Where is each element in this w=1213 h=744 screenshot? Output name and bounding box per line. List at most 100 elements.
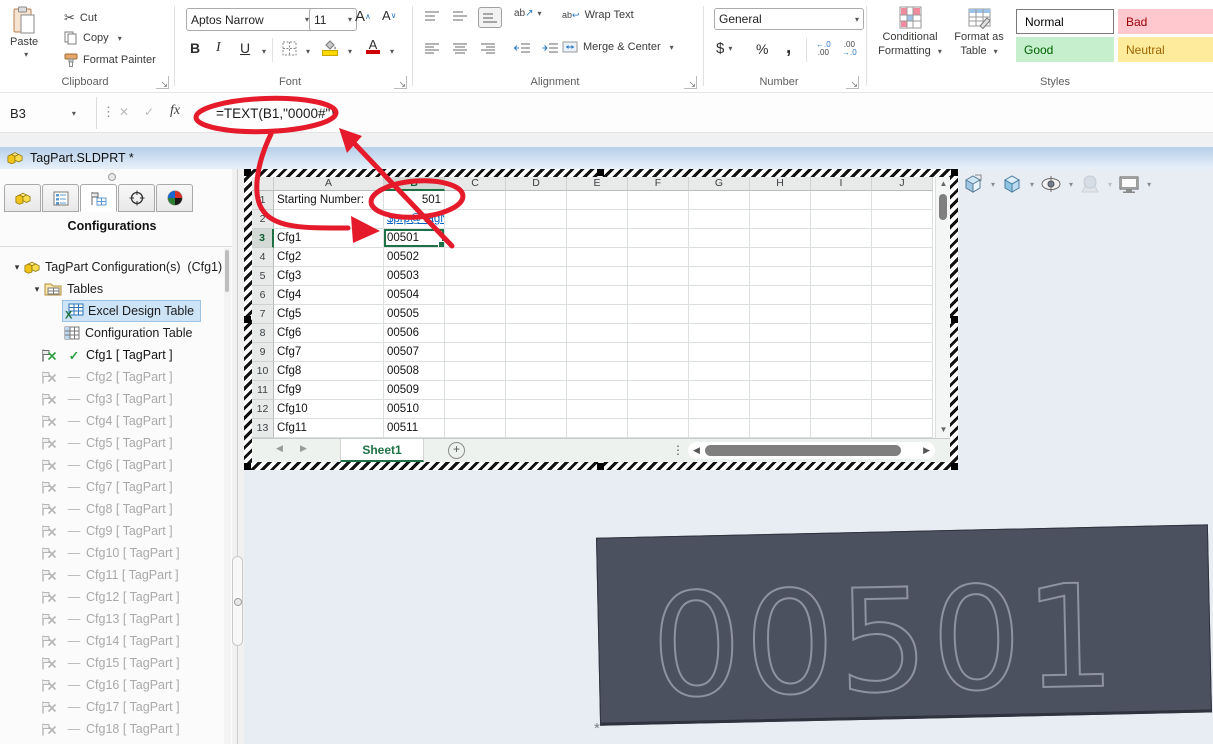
name-box[interactable]: B3▾ [0, 97, 96, 129]
expander-icon[interactable]: ▾ [10, 262, 24, 273]
cell-style-neutral[interactable]: Neutral [1118, 37, 1213, 62]
display-style-button[interactable]: ▾ [962, 173, 995, 195]
cell-J3[interactable] [872, 229, 933, 248]
cell-J7[interactable] [872, 305, 933, 324]
cell-A10[interactable]: Cfg8 [274, 362, 384, 381]
cell-D13[interactable] [506, 419, 567, 438]
cell-G8[interactable] [689, 324, 750, 343]
cell-F13[interactable] [628, 419, 689, 438]
cell-J12[interactable] [872, 400, 933, 419]
tag-plate-face[interactable]: 00501 [596, 524, 1212, 725]
cancel-formula-icon[interactable]: ✕ [119, 105, 129, 119]
column-header-H[interactable]: H [750, 177, 811, 191]
cell-C5[interactable] [445, 267, 506, 286]
cell-E1[interactable] [567, 191, 628, 210]
sheet-nav-right-icon[interactable]: ▶ [300, 443, 307, 454]
orientation-button[interactable]: ab↗▾ [514, 8, 542, 19]
cell-G5[interactable] [689, 267, 750, 286]
cell-H8[interactable] [750, 324, 811, 343]
currency-format-button[interactable]: $▾ [716, 40, 732, 57]
cell-style-good[interactable]: Good [1016, 37, 1114, 62]
bold-button[interactable]: B [190, 40, 200, 56]
cell-E9[interactable] [567, 343, 628, 362]
sheet-nav-left-icon[interactable]: ◀ [276, 443, 283, 454]
cell-E5[interactable] [567, 267, 628, 286]
cell-E13[interactable] [567, 419, 628, 438]
cell-style-normal[interactable]: Normal [1016, 9, 1114, 34]
cell-A9[interactable]: Cfg7 [274, 343, 384, 362]
config-tree-item[interactable]: — Cfg11 [ TagPart ] [0, 564, 224, 586]
cell-D12[interactable] [506, 400, 567, 419]
cell-J5[interactable] [872, 267, 933, 286]
cell-B8[interactable]: 00506 [384, 324, 445, 343]
expander-icon[interactable]: ▾ [30, 284, 44, 295]
cell-J13[interactable] [872, 419, 933, 438]
cell-E3[interactable] [567, 229, 628, 248]
number-dialog-launcher-icon[interactable]: ↘ [846, 76, 859, 89]
cell-E7[interactable] [567, 305, 628, 324]
cell-F8[interactable] [628, 324, 689, 343]
horizontal-scroll-thumb[interactable] [705, 445, 901, 456]
cell-A1[interactable]: Starting Number: [274, 191, 384, 210]
cell-G13[interactable] [689, 419, 750, 438]
align-left-button[interactable] [424, 42, 440, 55]
panel-splitter-grip[interactable] [108, 173, 116, 181]
cell-I12[interactable] [811, 400, 872, 419]
cell-I11[interactable] [811, 381, 872, 400]
cut-button[interactable]: ✂ Cut [64, 10, 97, 26]
row-header-11[interactable]: 11 [252, 381, 274, 400]
row-header-9[interactable]: 9 [252, 343, 274, 362]
cell-F5[interactable] [628, 267, 689, 286]
cell-D3[interactable] [506, 229, 567, 248]
ole-resize-handle[interactable] [951, 169, 958, 176]
cell-B3[interactable]: 00501 [384, 229, 445, 248]
cell-J10[interactable] [872, 362, 933, 381]
tree-item-tables-folder[interactable]: ▾ Tables [30, 278, 103, 300]
row-header-5[interactable]: 5 [252, 267, 274, 286]
hscroll-left-icon[interactable]: ◀ [693, 445, 700, 456]
cell-C10[interactable] [445, 362, 506, 381]
row-header-13[interactable]: 13 [252, 419, 274, 438]
align-bottom-button[interactable] [478, 7, 502, 28]
cell-G4[interactable] [689, 248, 750, 267]
cell-B4[interactable]: 00502 [384, 248, 445, 267]
cell-D2[interactable] [506, 210, 567, 229]
tab-featuremanager-part[interactable] [4, 184, 41, 212]
ole-resize-handle[interactable] [244, 463, 251, 470]
cell-B10[interactable]: 00508 [384, 362, 445, 381]
cell-G11[interactable] [689, 381, 750, 400]
tab-feature-tree[interactable] [42, 184, 79, 212]
cell-E4[interactable] [567, 248, 628, 267]
cell-I8[interactable] [811, 324, 872, 343]
merge-center-button[interactable]: Merge & Center ▾ [562, 41, 674, 53]
row-header-8[interactable]: 8 [252, 324, 274, 343]
config-tree-item[interactable]: — Cfg4 [ TagPart ] [0, 410, 224, 432]
cell-I4[interactable] [811, 248, 872, 267]
cell-I13[interactable] [811, 419, 872, 438]
panel-scrollbar[interactable] [224, 248, 231, 744]
formula-input[interactable]: =TEXT(B1,"0000#") [216, 93, 335, 134]
cell-A7[interactable]: Cfg5 [274, 305, 384, 324]
cell-B12[interactable]: 00510 [384, 400, 445, 419]
view-settings-button[interactable]: ▾ [1118, 175, 1151, 194]
cell-D8[interactable] [506, 324, 567, 343]
cell-F1[interactable] [628, 191, 689, 210]
tab-display-manager[interactable] [156, 184, 193, 212]
cell-G12[interactable] [689, 400, 750, 419]
cell-J11[interactable] [872, 381, 933, 400]
chevron-down-icon[interactable]: ▾ [262, 47, 266, 56]
vertical-scroll-thumb[interactable] [939, 194, 947, 220]
config-tree-item[interactable]: ✓ Cfg1 [ TagPart ] [0, 344, 224, 366]
copy-button[interactable]: Copy ▾ [64, 31, 122, 45]
cell-H6[interactable] [750, 286, 811, 305]
cell-E11[interactable] [567, 381, 628, 400]
worksheet-horizontal-scrollbar[interactable]: ◀ ▶ [688, 442, 935, 459]
config-tree-item[interactable]: — Cfg9 [ TagPart ] [0, 520, 224, 542]
cell-I5[interactable] [811, 267, 872, 286]
column-header-C[interactable]: C [445, 177, 506, 191]
cell-D6[interactable] [506, 286, 567, 305]
font-dialog-launcher-icon[interactable]: ↘ [394, 76, 407, 89]
cell-F3[interactable] [628, 229, 689, 248]
wrap-text-button[interactable]: ab↩ Wrap Text [562, 9, 634, 21]
column-header-G[interactable]: G [689, 177, 750, 191]
